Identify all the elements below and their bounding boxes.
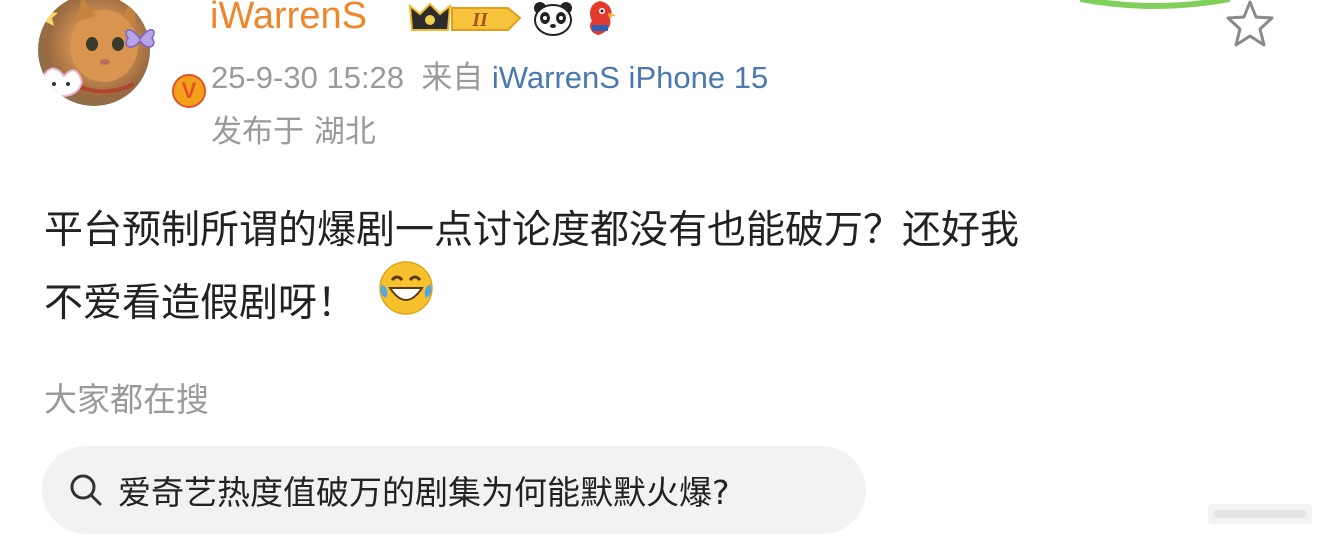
star-icon — [1226, 0, 1274, 47]
trending-search-suggestion[interactable]: 爱奇艺热度值破万的剧集为何能默默火爆? — [42, 446, 866, 534]
source-link[interactable]: iWarrenS iPhone 15 — [492, 60, 768, 95]
search-icon — [70, 474, 102, 506]
butterfly-icon — [125, 29, 155, 48]
timestamp: 25-9-30 15:28 — [211, 60, 405, 95]
watermark-bar — [1208, 502, 1312, 526]
post-text-line-2: 不爱看造假剧呀！ — [44, 261, 1274, 345]
red-mascot-icon[interactable] — [580, 0, 620, 37]
user-badges: II — [408, 0, 620, 38]
post-meta: 25-9-30 15:28 来自 iWarrenS iPhone 15 — [211, 58, 768, 98]
post-body: 平台预制所谓的爆剧一点讨论度都没有也能破万？还好我 不爱看造假剧呀！ — [44, 196, 1274, 345]
green-arc-decoration — [1079, 0, 1231, 9]
username[interactable]: iWarrenS — [210, 0, 367, 40]
crown-level-badge[interactable]: II — [408, 0, 526, 36]
badge-level-text: II — [471, 9, 489, 31]
verified-badge: V — [168, 70, 210, 112]
verified-icon: V — [172, 74, 206, 108]
trending-query: 爱奇艺热度值破万的剧集为何能默默火爆? — [118, 473, 730, 512]
favorite-button[interactable] — [1222, 0, 1278, 50]
post-location: 发布于 湖北 — [211, 114, 376, 150]
source-prefix: 来自 — [421, 60, 484, 95]
trending-section-title: 大家都在搜 — [44, 380, 209, 419]
avatar[interactable]: V — [38, 0, 210, 112]
panda-icon[interactable] — [532, 0, 574, 36]
post-text-line-2-text: 不爱看造假剧呀！ — [44, 281, 357, 326]
post-text-line-1: 平台预制所谓的爆剧一点讨论度都没有也能破万？还好我 — [44, 208, 1020, 253]
laughing-emoji-icon — [378, 260, 434, 339]
